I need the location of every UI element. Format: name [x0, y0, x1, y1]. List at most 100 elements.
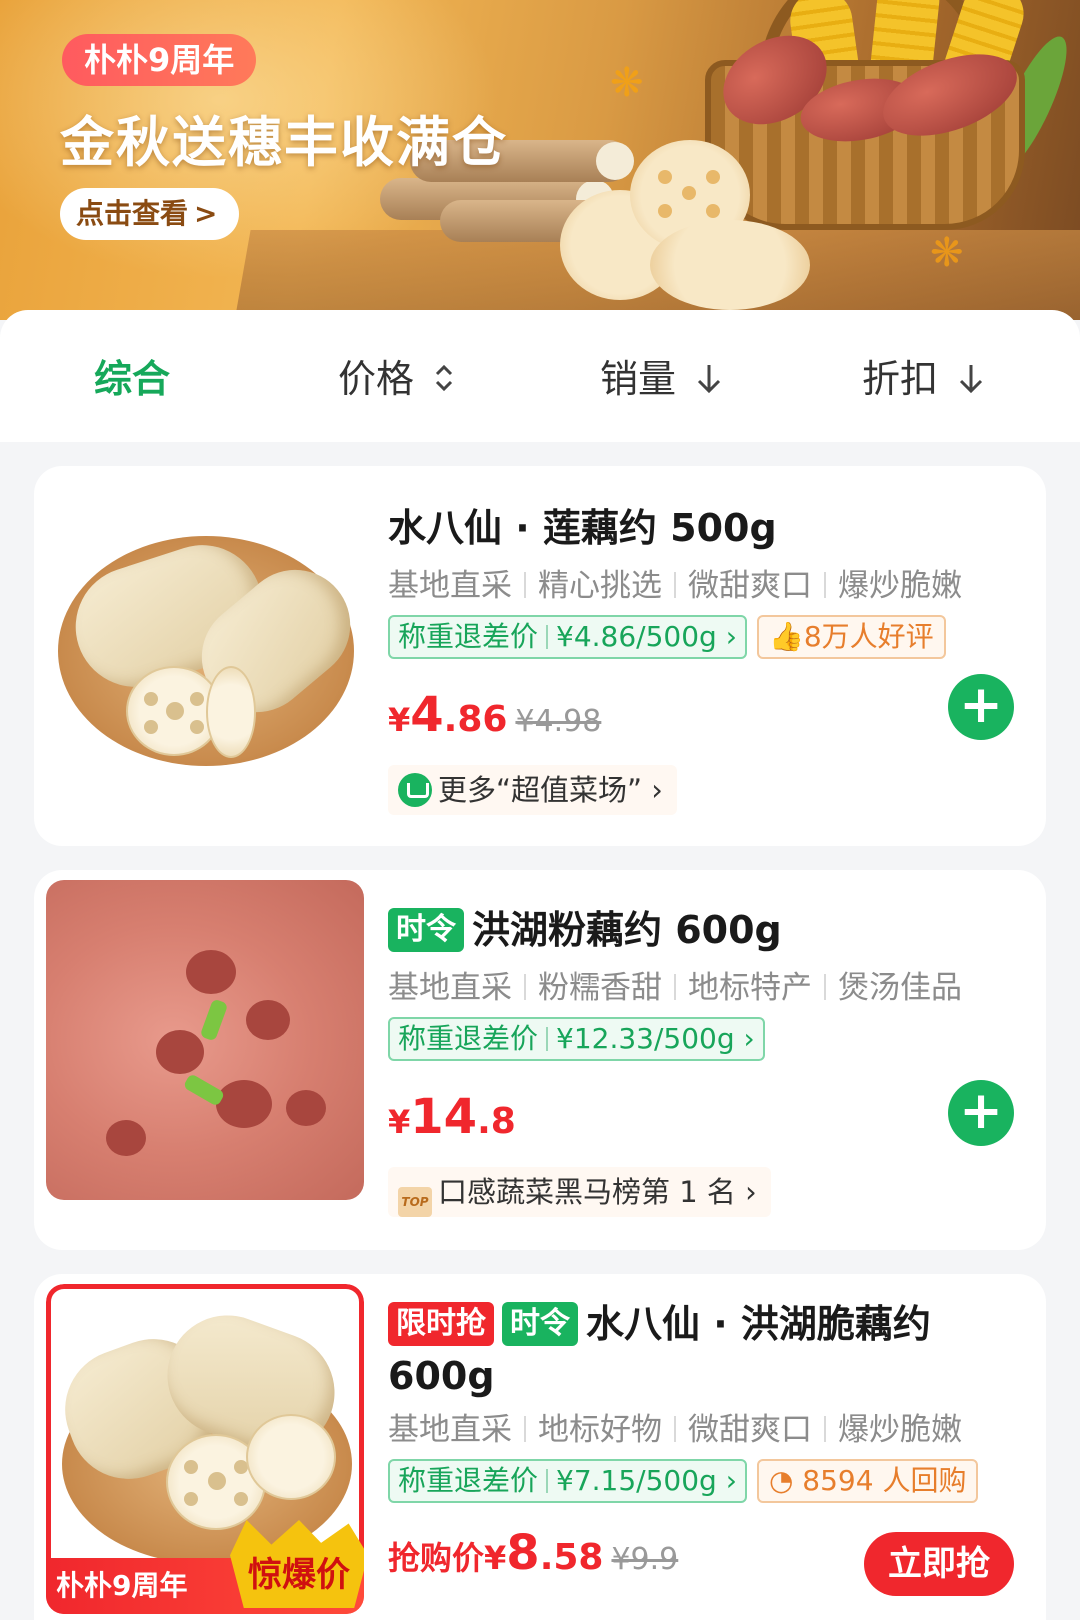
feature-item: 地标好物 [538, 1412, 662, 1448]
product-title: 时令 洪湖粉藕约 600g [388, 904, 1016, 956]
product-title: 水八仙 · 莲藕约 500g [388, 506, 777, 550]
feature-item: 微甜爽口 [688, 568, 812, 604]
feature-item: 煲汤佳品 [838, 970, 962, 1006]
weigh-refund-chip[interactable]: 称重退差价 ¥4.86/500g › [388, 615, 747, 659]
chevron-right-icon: › [651, 773, 663, 807]
grab-now-button[interactable]: 立即抢 [864, 1532, 1014, 1596]
flame-icon: ◔ [768, 1464, 794, 1497]
current-price: ¥14.8 [388, 1089, 516, 1145]
chevron-right-icon: › [725, 620, 737, 653]
chip-row: 称重退差价 ¥7.15/500g › ◔ 8594 人回购 [388, 1459, 1016, 1505]
price-row: ¥4.86 ¥4.98 [388, 687, 1016, 747]
sort-tab-label: 销量 [600, 357, 677, 401]
price-integer: 8 [506, 1525, 540, 1581]
repurchase-count: 8594 人回购 [802, 1464, 967, 1497]
thumbs-up-icon: 👍 [768, 620, 804, 653]
original-price: ¥9.9 [611, 1542, 679, 1577]
product-title-text: 洪湖粉藕约 600g [472, 908, 782, 952]
sort-bar: 综合 价格 销量 折扣 [0, 310, 1080, 442]
sort-tab-sales[interactable]: 销量 [600, 354, 722, 404]
product-title-line2: 600g [388, 1354, 495, 1398]
currency-symbol: ¥ [388, 1103, 411, 1141]
current-price: ¥8.58 [484, 1525, 603, 1581]
price-decimal: .86 [443, 699, 508, 740]
promo-label: 更多“超值菜场” [438, 773, 643, 807]
top-rank-icon: TOP [398, 1187, 432, 1217]
banner-view-button[interactable]: 点击查看 > [60, 188, 240, 240]
maple-leaf-icon: ❋ [610, 60, 644, 106]
feature-item: 爆炒脆嫩 [838, 568, 962, 604]
product-image[interactable]: 朴朴9周年 惊爆价 [46, 1284, 364, 1614]
product-info: 时令 洪湖粉藕约 600g 基地直采 粉糯香甜 地标特产 煲汤佳品 称重退差价 ¥12.3… [388, 904, 1016, 1217]
feature-item: 粉糯香甜 [538, 970, 662, 1006]
arrow-down-icon [696, 357, 722, 407]
lotus-hole-decor [286, 1090, 326, 1126]
product-info: 水八仙 · 莲藕约 500g 基地直采 精心挑选 微甜爽口 爆炒脆嫩 称重退差价 ¥4.… [388, 502, 1016, 815]
currency-symbol: ¥ [388, 701, 411, 739]
price-row: ¥14.8 [388, 1089, 1016, 1149]
feature-list: 基地直采 精心挑选 微甜爽口 爆炒脆嫩 [388, 560, 1016, 605]
feature-item: 爆炒脆嫩 [838, 1412, 962, 1448]
price-integer: 14 [410, 1089, 478, 1145]
product-image[interactable] [46, 880, 364, 1200]
feature-list: 基地直采 地标好物 微甜爽口 爆炒脆嫩 [388, 1404, 1016, 1449]
weigh-refund-chip[interactable]: 称重退差价 ¥12.33/500g › [388, 1017, 765, 1061]
flash-sale-tag: 限时抢 [388, 1302, 494, 1346]
product-card[interactable]: 朴朴9周年 惊爆价 限时抢 时令 水八仙 · 洪湖脆藕约 600g 基地直采 地标好物… [34, 1274, 1046, 1620]
arrow-down-icon [958, 357, 984, 407]
feature-item: 地标特产 [688, 970, 812, 1006]
promo-banner[interactable]: ❋ ❋ 朴朴9周年 金秋送穗丰收满仓 点击查看 > [0, 0, 1080, 320]
repurchase-chip[interactable]: ◔ 8594 人回购 [756, 1459, 979, 1503]
weigh-refund-chip[interactable]: 称重退差价 ¥7.15/500g › [388, 1459, 747, 1503]
promo-link[interactable]: 更多“超值菜场” › [388, 765, 677, 815]
lotus-hole-decor [246, 1000, 290, 1040]
hot-price-burst: 惊爆价 [230, 1520, 364, 1608]
product-card[interactable]: 水八仙 · 莲藕约 500g 基地直采 精心挑选 微甜爽口 爆炒脆嫩 称重退差价 ¥4.… [34, 466, 1046, 846]
original-price: ¥4.98 [515, 704, 602, 739]
anniversary-badge: 朴朴9周年 [62, 34, 257, 86]
weigh-price: ¥4.86/500g [556, 620, 717, 653]
banner-title: 金秋送穗丰收满仓 [60, 111, 508, 174]
chevron-right-icon: › [743, 1022, 755, 1055]
sort-tab-label: 综合 [94, 357, 171, 401]
add-to-cart-button[interactable]: + [948, 1080, 1014, 1146]
sort-tab-comprehensive[interactable]: 综合 [94, 354, 170, 404]
lotus-slice-decor [206, 666, 256, 758]
currency-symbol: ¥ [484, 1539, 507, 1577]
price-decimal: .8 [477, 1101, 516, 1142]
chevron-right-icon: › [725, 1464, 737, 1497]
lotus-hole-decor [186, 950, 236, 994]
review-chip[interactable]: 👍8万人好评 [756, 615, 946, 659]
feature-item: 基地直采 [388, 970, 512, 1006]
current-price: ¥4.86 [388, 687, 507, 743]
sort-tab-price[interactable]: 价格 [338, 354, 454, 404]
maple-leaf-icon: ❋ [930, 230, 964, 276]
lotus-hole-decor [216, 1080, 272, 1128]
season-tag: 时令 [502, 1302, 578, 1346]
sort-tab-label: 价格 [338, 357, 415, 401]
product-title: 限时抢 时令 水八仙 · 洪湖脆藕约 [388, 1298, 1016, 1350]
chip-row: 称重退差价 ¥12.33/500g › [388, 1017, 1016, 1063]
weigh-price: ¥12.33/500g [556, 1022, 735, 1055]
pink-lotus-image [46, 880, 364, 1200]
review-count: 8万人好评 [803, 620, 934, 653]
chip-row: 称重退差价 ¥4.86/500g › 👍8万人好评 [388, 615, 1016, 661]
banner-view-label: 点击查看 [76, 197, 189, 230]
product-card[interactable]: 时令 洪湖粉藕约 600g 基地直采 粉糯香甜 地标特产 煲汤佳品 称重退差价 ¥12.3… [34, 870, 1046, 1250]
add-to-cart-button[interactable]: + [948, 674, 1014, 740]
sort-tab-label: 折扣 [862, 357, 939, 401]
season-tag: 时令 [388, 908, 464, 952]
feature-item: 基地直采 [388, 1412, 512, 1448]
ranking-link[interactable]: TOP 口感蔬菜黑马榜第 1 名 › [388, 1167, 771, 1217]
sort-tab-discount[interactable]: 折扣 [862, 354, 984, 404]
product-image[interactable] [46, 496, 364, 796]
chevron-right-icon: › [745, 1175, 757, 1209]
sort-updown-icon [434, 357, 454, 407]
price-integer: 4 [410, 687, 444, 743]
price-decimal: .58 [539, 1537, 604, 1578]
weigh-label: 称重退差价 [398, 620, 539, 653]
feature-item: 精心挑选 [538, 568, 662, 604]
weigh-label: 称重退差价 [398, 1022, 539, 1055]
ranking-label: 口感蔬菜黑马榜第 1 名 [438, 1175, 736, 1209]
feature-list: 基地直采 粉糯香甜 地标特产 煲汤佳品 [388, 962, 1016, 1007]
